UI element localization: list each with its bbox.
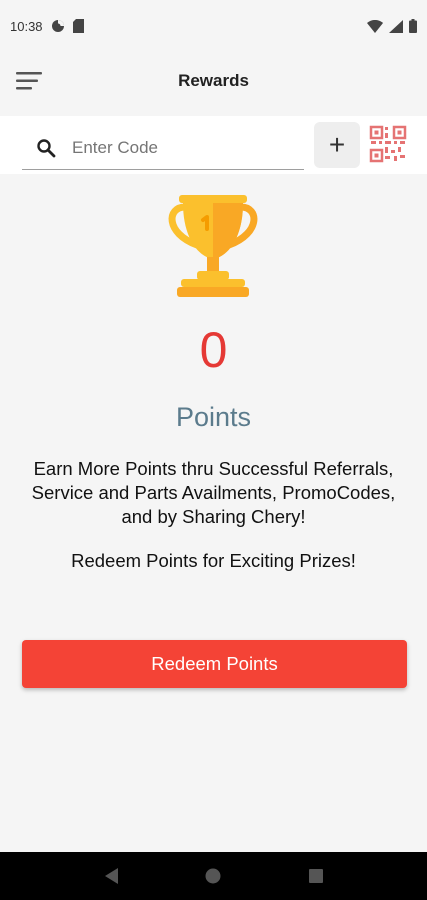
search-icon [37,139,56,158]
system-nav-bar [0,852,427,900]
signal-icon [389,19,403,33]
recents-button[interactable] [296,856,336,896]
plus-icon: + [328,129,346,160]
redeem-note: Redeem Points for Exciting Prizes! [71,550,356,571]
sd-card-icon [72,19,84,33]
points-value: 0 [199,322,228,378]
qr-scan-button[interactable] [368,124,408,164]
code-field [22,126,304,170]
home-button[interactable] [193,856,233,896]
status-bar-right [367,19,417,33]
rewards-description: Earn More Points thru Successful Referra… [31,458,396,527]
status-bar: 10:38 [0,0,427,52]
status-time: 10:38 [10,18,43,34]
redeem-points-button[interactable]: Redeem Points [22,640,407,688]
back-button[interactable] [91,856,131,896]
recents-icon [308,869,323,883]
wifi-icon [367,19,383,33]
page-title: Rewards [178,71,249,90]
code-entry-row: + [0,116,427,174]
data-saver-icon [51,20,64,32]
battery-icon [409,19,417,33]
hamburger-menu-icon [16,72,42,90]
add-code-button[interactable]: + [314,122,360,168]
status-bar-left: 10:38 [10,19,84,34]
home-icon [205,868,221,884]
menu-button[interactable] [16,70,44,92]
back-icon [105,868,119,884]
points-label: Points [175,402,252,432]
code-input[interactable] [70,130,300,166]
app-bar: Rewards [0,52,427,110]
trophy-icon [168,195,258,297]
qr-code-icon [369,125,407,163]
